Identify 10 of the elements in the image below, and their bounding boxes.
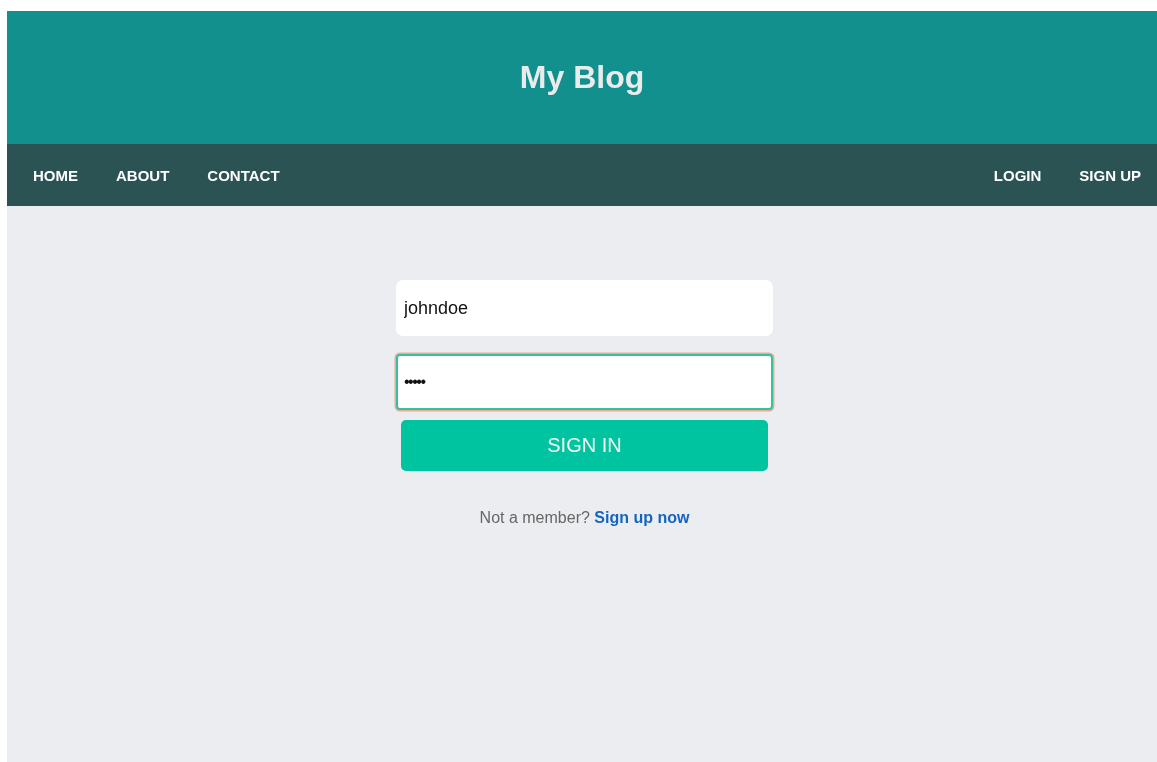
nav-link[interactable]: HOME: [14, 158, 97, 192]
nav-link[interactable]: SIGN UP: [1060, 158, 1141, 192]
nav-link[interactable]: CONTACT: [188, 158, 299, 192]
nav-link[interactable]: LOGIN: [974, 158, 1061, 192]
site-title: My Blog: [519, 59, 645, 96]
username-field[interactable]: johndoe: [396, 280, 773, 336]
sign-up-link[interactable]: Sign up now: [594, 509, 690, 526]
signup-prompt: Not a member? Sign up now: [479, 509, 690, 527]
password-field[interactable]: •••••: [396, 354, 773, 410]
nav-link[interactable]: ABOUT: [97, 158, 189, 192]
